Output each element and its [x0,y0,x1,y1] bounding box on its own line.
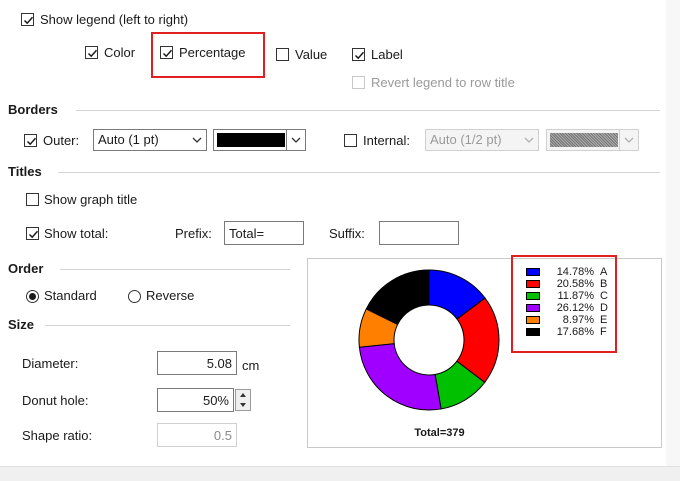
standard-label: Standard [44,288,97,303]
internal-border-color-swatch [550,133,618,147]
reverse-radio[interactable] [128,290,141,303]
suffix-label: Suffix: [329,226,365,241]
show-legend-label: Show legend (left to right) [40,12,189,27]
order-section-title: Order [8,261,44,276]
outer-border-color-select[interactable] [213,129,306,151]
chart-total-label: Total=379 [414,427,465,439]
chevron-down-icon [619,130,634,150]
shape-ratio-label: Shape ratio: [22,428,93,443]
suffix-input[interactable] [379,221,459,245]
outer-border-label: Outer: [43,133,80,148]
color-checkbox[interactable] [85,46,98,59]
show-total-checkbox[interactable] [26,227,39,240]
diameter-label: Diameter: [22,356,79,371]
internal-border-width-value: Auto (1/2 pt) [430,132,502,147]
window-edge [666,0,680,466]
reverse-label: Reverse [146,288,195,303]
order-divider [60,269,290,270]
internal-border-width-select[interactable]: Auto (1/2 pt) [425,129,539,151]
dialog-footer [0,466,680,481]
titles-section-title: Titles [8,164,42,179]
show-legend-checkbox[interactable] [21,13,34,26]
donut-chart [358,269,500,411]
spin-down-icon[interactable] [236,400,250,410]
diameter-input[interactable] [157,351,237,375]
donut-hole-input[interactable] [157,388,234,412]
shape-ratio-input-field[interactable] [158,424,236,446]
outer-border-width-value: Auto (1 pt) [98,132,159,147]
borders-divider [76,110,660,111]
size-section-title: Size [8,317,35,332]
donut-hole-spinner[interactable] [235,389,251,411]
show-graph-title-checkbox[interactable] [26,193,39,206]
value-checkbox[interactable] [276,48,289,61]
revert-legend-label: Revert legend to row title [371,75,515,90]
diameter-unit: cm [242,358,260,373]
donut-hole-input-field[interactable] [158,389,233,411]
standard-radio[interactable] [26,290,39,303]
prefix-input[interactable] [224,221,304,245]
legend-highlight-box [511,255,617,353]
suffix-input-field[interactable] [380,222,458,244]
size-divider [45,325,290,326]
color-label: Color [104,45,136,60]
show-total-label: Show total: [44,226,109,241]
outer-border-checkbox[interactable] [24,134,37,147]
chevron-down-icon [192,137,202,143]
donut-slice-d [358,343,442,411]
value-label: Value [295,47,328,62]
titles-divider [58,172,660,173]
chevron-down-icon [286,130,301,150]
internal-border-color-select[interactable] [546,129,639,151]
show-graph-title-label: Show graph title [44,192,138,207]
prefix-input-field[interactable] [225,222,303,244]
internal-border-label: Internal: [363,133,410,148]
borders-section-title: Borders [8,102,58,117]
outer-border-width-select[interactable]: Auto (1 pt) [93,129,207,151]
label-checkbox[interactable] [352,48,365,61]
diameter-input-field[interactable] [158,352,236,374]
percentage-checkbox[interactable] [160,46,173,59]
spin-up-icon[interactable] [236,390,250,400]
label-label: Label [371,47,403,62]
percentage-label: Percentage [179,45,246,60]
outer-border-color-swatch [217,133,285,147]
donut-hole-label: Donut hole: [22,393,89,408]
shape-ratio-input[interactable] [157,423,237,447]
internal-border-checkbox[interactable] [344,134,357,147]
chevron-down-icon [524,137,534,143]
revert-legend-checkbox[interactable] [352,76,365,89]
prefix-label: Prefix: [175,226,212,241]
